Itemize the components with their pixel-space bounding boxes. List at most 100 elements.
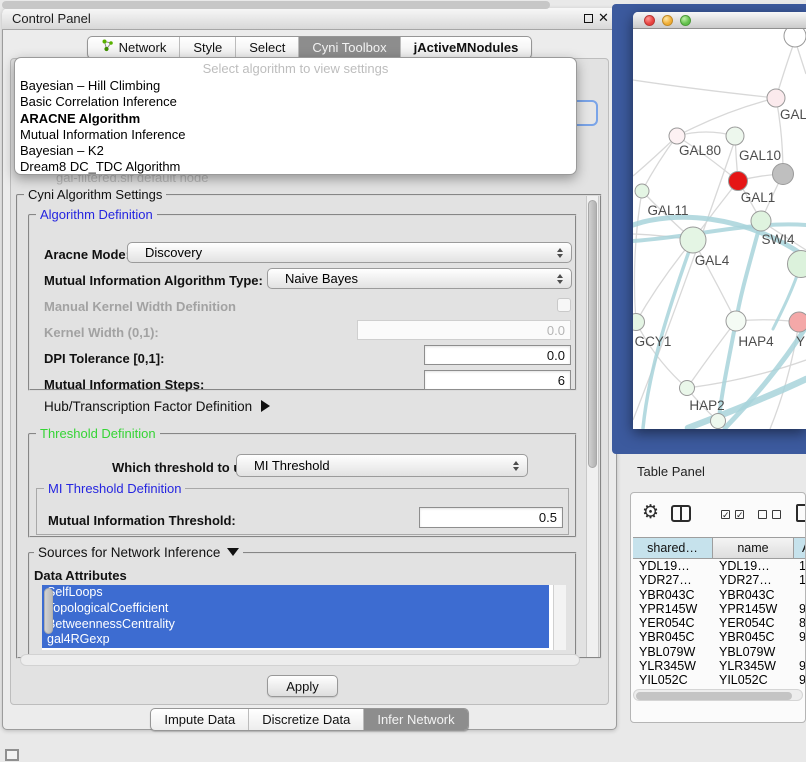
tab-discretize-data[interactable]: Discretize Data (248, 709, 363, 730)
network-node[interactable] (633, 314, 645, 331)
table-row[interactable]: YDL19…YDL19…13 (633, 559, 806, 573)
algorithm-option[interactable]: Basic Correlation Inference (15, 94, 576, 110)
network-node[interactable] (711, 414, 726, 429)
table-cell: 9 (799, 673, 806, 687)
settings-horizontal-scrollbar[interactable] (20, 654, 580, 666)
table-cell: 9. (799, 630, 806, 644)
network-node[interactable] (726, 311, 746, 331)
tab-impute-data[interactable]: Impute Data (151, 709, 248, 730)
hub-definition-expander[interactable]: Hub/Transcription Factor Definition (44, 399, 270, 414)
mi-threshold-field[interactable]: 0.5 (419, 507, 563, 528)
mi-steps-field[interactable]: 6 (424, 370, 571, 390)
mi-threshold-label: Mutual Information Threshold: (48, 513, 236, 528)
algorithm-option[interactable]: Dream8 DC_TDC Algorithm (15, 159, 576, 175)
algorithm-option[interactable]: Mutual Information Inference (15, 127, 576, 143)
network-edge-highlighted[interactable] (736, 221, 761, 321)
network-edge[interactable] (633, 136, 677, 176)
network-node[interactable] (784, 29, 806, 47)
table-column-header[interactable]: shared… (633, 538, 713, 558)
table-row[interactable]: YBL079WYBL079W (633, 645, 806, 659)
data-attributes-list[interactable]: SelfLoopsTopologicalCoefficientBetweenne… (42, 585, 566, 650)
sources-group-expander[interactable]: Sources for Network Inference (34, 545, 243, 560)
tab-select[interactable]: Select (235, 37, 298, 58)
table-row[interactable]: YPR145WYPR145W9. (633, 602, 806, 616)
table-cell: YDL19… (719, 559, 770, 573)
table-row[interactable]: YER054CYER054C8. (633, 616, 806, 630)
collapsed-arrow-icon (261, 400, 270, 412)
network-edge[interactable] (633, 140, 735, 420)
table-row[interactable]: YLR345WYLR345W9. (633, 659, 806, 673)
minimize-window-icon[interactable] (662, 15, 673, 26)
stepper-arrows-icon (513, 461, 519, 471)
which-threshold-select[interactable]: MI Threshold (236, 454, 528, 477)
close-window-icon[interactable] (644, 15, 655, 26)
table-horizontal-scrollbar[interactable] (633, 689, 803, 701)
tab-infer-network[interactable]: Infer Network (363, 709, 467, 730)
algorithm-option[interactable]: ARACNE Algorithm (15, 111, 576, 127)
network-node-label: HAP2 (689, 398, 724, 413)
zoom-window-icon[interactable] (680, 15, 691, 26)
network-node[interactable] (773, 164, 794, 185)
table-body[interactable]: YDL19…YDL19…13YDR27…YDR27…12YBR043CYBR04… (633, 559, 806, 688)
network-node[interactable] (788, 251, 806, 278)
table-column-header[interactable]: A (794, 538, 806, 558)
apply-button[interactable]: Apply (267, 675, 338, 697)
mi-algorithm-type-select[interactable]: Naive Bayes (267, 268, 572, 289)
close-panel-button[interactable]: ✕ (598, 11, 609, 27)
float-window-button[interactable] (584, 14, 593, 23)
settings-vertical-scrollbar-thumb[interactable] (588, 200, 597, 468)
dpi-tolerance-field[interactable]: 0.0 (424, 345, 571, 365)
gear-icon[interactable]: ⚙ (642, 501, 659, 523)
attribute-list-scrollbar[interactable] (553, 585, 566, 650)
table-row[interactable]: YBR045CYBR045C9. (633, 630, 806, 644)
network-edge[interactable] (634, 191, 642, 322)
select-all-checkboxes-icon[interactable]: ✓✓ (721, 510, 744, 519)
column-settings-icon[interactable] (671, 505, 691, 522)
network-node[interactable] (726, 127, 744, 145)
network-window-titlebar[interactable] (633, 12, 806, 29)
aracne-mode-select[interactable]: Discovery (127, 242, 572, 263)
table-row[interactable]: YIL052CYIL052C9 (633, 673, 806, 687)
tab-jactivemnodules[interactable]: jActiveMNodules (400, 37, 532, 58)
table-panel: ⚙ ✓✓ shared…nameA YDL19…YDL19…13YDR27…YD… (630, 492, 806, 723)
tab-style[interactable]: Style (179, 37, 235, 58)
network-edge[interactable] (677, 98, 776, 136)
kernel-width-field[interactable]: 0.0 (357, 320, 571, 340)
attribute-list-item[interactable]: SelfLoops (42, 585, 549, 601)
network-node[interactable] (789, 312, 806, 332)
network-node[interactable] (680, 381, 695, 396)
network-node[interactable] (669, 128, 685, 144)
attribute-list-item[interactable]: BetweennessCentrality (42, 617, 549, 633)
deselect-all-checkboxes-icon[interactable] (758, 510, 781, 519)
network-edge[interactable] (636, 240, 693, 322)
new-table-icon[interactable] (796, 504, 806, 522)
manual-kernel-width-checkbox[interactable] (557, 298, 571, 312)
network-node[interactable] (729, 172, 748, 191)
algorithm-option[interactable]: Bayesian – K2 (15, 143, 576, 159)
network-node[interactable] (751, 211, 771, 231)
table-row[interactable]: YBR043CYBR043C (633, 588, 806, 602)
attribute-list-item[interactable]: TopologicalCoefficient (42, 601, 549, 617)
network-edge[interactable] (633, 80, 776, 98)
attribute-list-item[interactable]: gal4RGexp (42, 632, 549, 648)
attribute-list-scrollbar-thumb[interactable] (44, 588, 53, 634)
hub-definition-label: Hub/Transcription Factor Definition (44, 399, 252, 414)
restore-panel-icon[interactable] (5, 749, 19, 761)
cyni-settings-group-title: Cyni Algorithm Settings (24, 187, 166, 202)
table-row[interactable]: YDR27…YDR27…12 (633, 573, 806, 587)
network-canvas[interactable]: GALGAL80GAL10GAL1GAL11SWI4GAL4GCY1HAP4YH… (633, 29, 806, 429)
tab-cyni-toolbox[interactable]: Cyni Toolbox (298, 37, 399, 58)
table-horizontal-scrollbar-thumb[interactable] (636, 692, 792, 700)
network-node[interactable] (635, 184, 649, 198)
table-cell: YER054C (639, 616, 695, 630)
network-node[interactable] (680, 227, 706, 253)
algorithm-definition-title: Algorithm Definition (36, 207, 157, 222)
algorithm-option[interactable]: Bayesian – Hill Climbing (15, 78, 576, 94)
settings-horizontal-scrollbar-thumb[interactable] (2, 1, 550, 9)
algorithm-option-list: Bayesian – Hill ClimbingBasic Correlatio… (15, 78, 576, 176)
network-node[interactable] (767, 89, 785, 107)
table-column-header[interactable]: name (713, 538, 794, 558)
mi-threshold-definition-title: MI Threshold Definition (44, 481, 185, 496)
table-header-row[interactable]: shared…nameA (633, 537, 806, 559)
tab-network[interactable]: Network (88, 37, 180, 58)
